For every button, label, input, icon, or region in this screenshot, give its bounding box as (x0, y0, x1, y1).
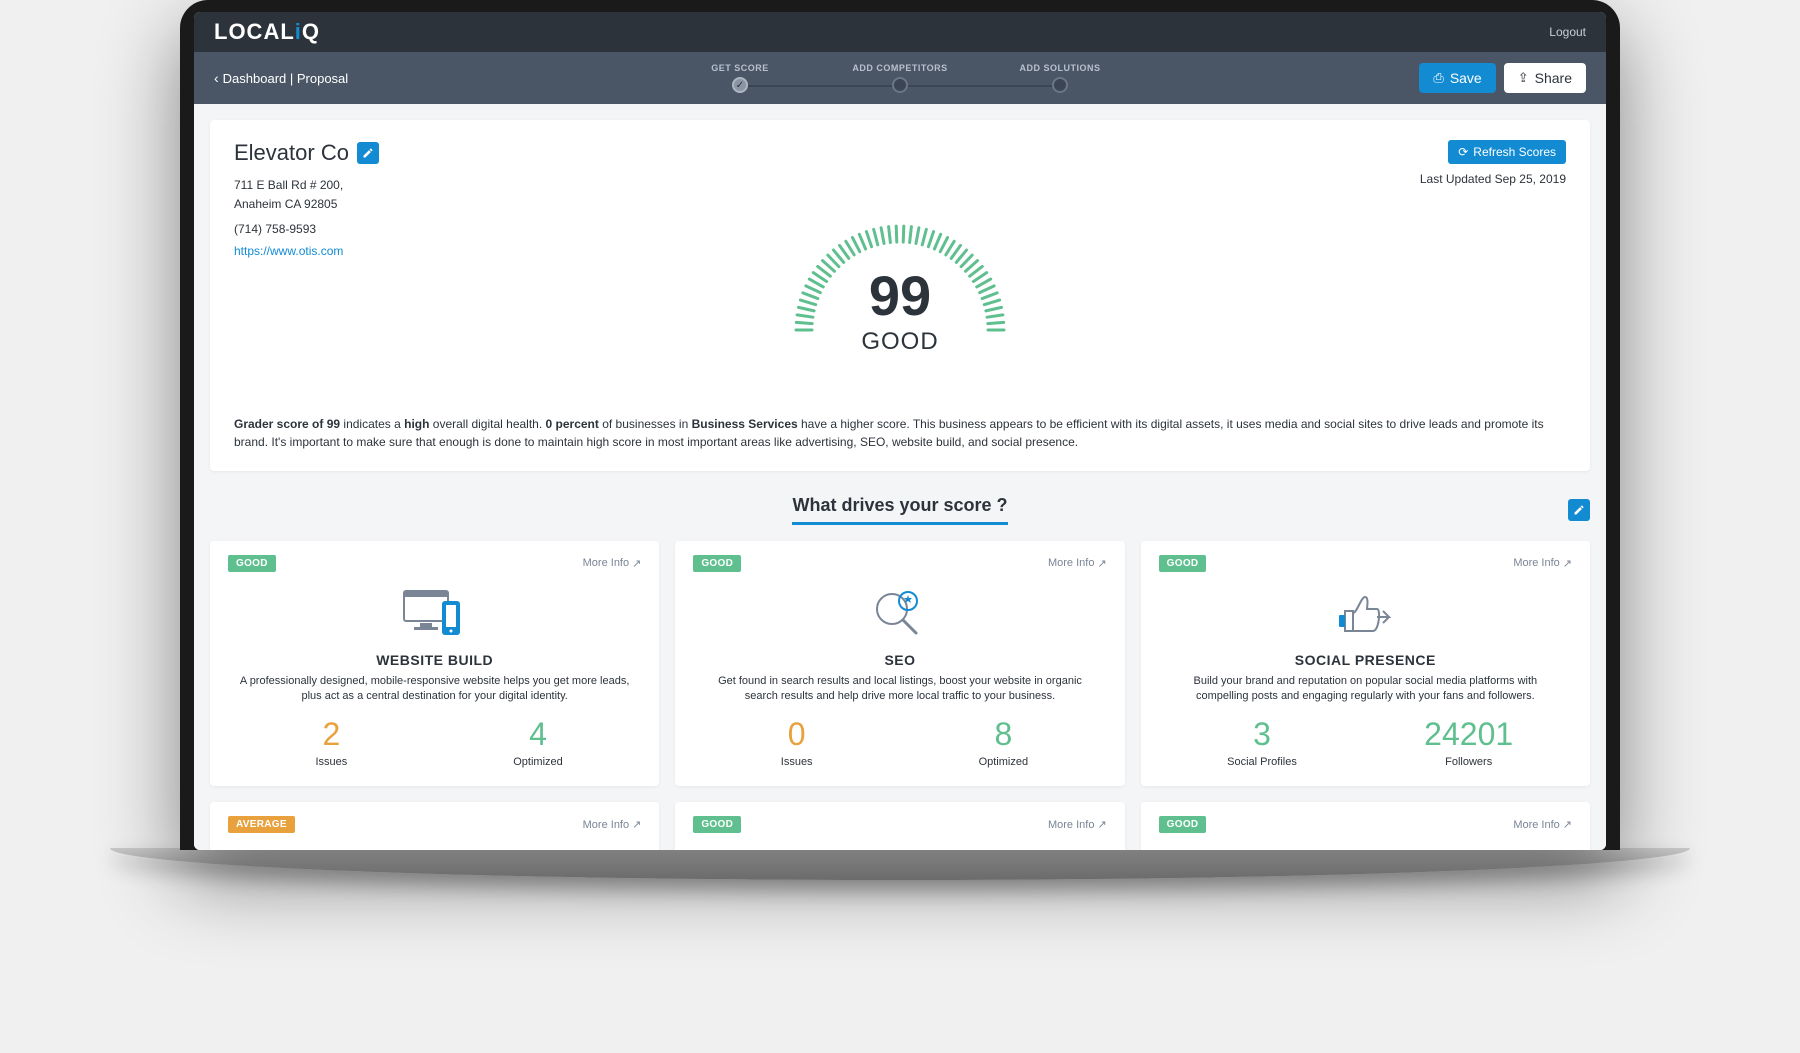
content-area: Elevator Co 711 E Ball Rd # 200, Anaheim… (194, 104, 1606, 850)
section-title: What drives your score ? (792, 495, 1007, 525)
refresh-icon: ⟳ (1458, 145, 1468, 159)
refresh-scores-button[interactable]: ⟳ Refresh Scores (1448, 140, 1566, 164)
chevron-left-icon: ‹ (214, 70, 219, 86)
company-name: Elevator Co (234, 140, 349, 166)
stat-issues-value: 0 (693, 718, 900, 750)
search-gear-icon (693, 582, 1106, 646)
external-link-icon: ↗ (1097, 557, 1106, 570)
share-button[interactable]: ⇪ Share (1504, 63, 1586, 93)
external-link-icon: ↗ (1563, 818, 1572, 831)
breadcrumb[interactable]: ‹ Dashboard | Proposal (214, 70, 348, 86)
status-badge: GOOD (1159, 816, 1207, 833)
card-website-build: GOOD More Info ↗ WEBSITE BUILD A profess… (210, 541, 659, 787)
external-link-icon: ↗ (1563, 557, 1572, 570)
card-row2-b: GOOD More Info ↗ (675, 802, 1124, 850)
more-info-link[interactable]: More Info ↗ (1048, 818, 1107, 831)
edit-company-button[interactable] (357, 142, 379, 164)
stat-optimized-label: Optimized (900, 756, 1107, 768)
gauge-score-label: GOOD (780, 328, 1020, 356)
card-description: A professionally designed, mobile-respon… (228, 674, 641, 705)
breadcrumb-text: Dashboard | Proposal (223, 71, 349, 86)
card-title: SEO (693, 652, 1106, 668)
card-title: WEBSITE BUILD (228, 652, 641, 668)
gauge-score-value: 99 (780, 268, 1020, 324)
brand-logo: LOCALiQ (214, 19, 320, 45)
more-info-link[interactable]: More Info ↗ (1513, 557, 1572, 570)
logout-link[interactable]: Logout (1549, 25, 1586, 39)
section-header-row: What drives your score ? (210, 495, 1590, 525)
desktop-mobile-icon (228, 582, 641, 646)
more-info-link[interactable]: More Info ↗ (583, 818, 642, 831)
more-info-link[interactable]: More Info ↗ (583, 557, 642, 570)
pencil-icon (1573, 504, 1585, 516)
step-get-score[interactable]: GET SCORE ✓ (660, 63, 820, 93)
sub-header: ‹ Dashboard | Proposal GET SCORE ✓ ADD C… (194, 52, 1606, 104)
gauge-chart: 99 GOOD (234, 200, 1566, 405)
top-bar: LOCALiQ Logout (194, 12, 1606, 52)
external-link-icon: ↗ (632, 818, 641, 831)
stat-followers-value: 24201 (1365, 718, 1572, 750)
card-row2-a: AVERAGE More Info ↗ (210, 802, 659, 850)
share-icon: ⇪ (1518, 70, 1529, 86)
stat-issues-label: Issues (693, 756, 900, 768)
card-seo: GOOD More Info ↗ SEO Get found in search… (675, 541, 1124, 787)
more-info-link[interactable]: More Info ↗ (1048, 557, 1107, 570)
card-description: Get found in search results and local li… (693, 674, 1106, 705)
card-description: Build your brand and reputation on popul… (1159, 674, 1572, 705)
pencil-icon (362, 147, 374, 159)
last-updated-text: Last Updated Sep 25, 2019 (1420, 172, 1566, 186)
external-link-icon: ↗ (1097, 818, 1106, 831)
save-icon: ⎙ (1433, 70, 1443, 86)
status-badge: GOOD (693, 816, 741, 833)
stat-followers-label: Followers (1365, 756, 1572, 768)
card-row2-c: GOOD More Info ↗ (1141, 802, 1590, 850)
more-info-link[interactable]: More Info ↗ (1513, 818, 1572, 831)
score-cards-grid: GOOD More Info ↗ WEBSITE BUILD A profess… (210, 541, 1590, 850)
external-link-icon: ↗ (632, 557, 641, 570)
status-badge: GOOD (228, 555, 276, 572)
card-title: SOCIAL PRESENCE (1159, 652, 1572, 668)
edit-section-button[interactable] (1568, 499, 1590, 521)
thumbs-up-icon (1159, 582, 1572, 646)
stat-optimized-value: 8 (900, 718, 1107, 750)
summary-paragraph: Grader score of 99 indicates a high over… (234, 415, 1566, 451)
status-badge: GOOD (693, 555, 741, 572)
check-icon: ✓ (732, 77, 748, 93)
stat-profiles-value: 3 (1159, 718, 1366, 750)
stat-optimized-value: 4 (435, 718, 642, 750)
card-social-presence: GOOD More Info ↗ SOCIAL PRESENCE Build y… (1141, 541, 1590, 787)
score-summary-card: Elevator Co 711 E Ball Rd # 200, Anaheim… (210, 120, 1590, 471)
stat-issues-label: Issues (228, 756, 435, 768)
step-add-competitors[interactable]: ADD COMPETITORS (820, 63, 980, 93)
progress-stepper: GET SCORE ✓ ADD COMPETITORS ADD SOLUTION… (660, 63, 1140, 93)
stat-profiles-label: Social Profiles (1159, 756, 1366, 768)
stat-optimized-label: Optimized (435, 756, 642, 768)
step-add-solutions[interactable]: ADD SOLUTIONS (980, 63, 1140, 93)
stat-issues-value: 2 (228, 718, 435, 750)
save-button[interactable]: ⎙ Save (1419, 63, 1495, 93)
status-badge: AVERAGE (228, 816, 295, 833)
status-badge: GOOD (1159, 555, 1207, 572)
